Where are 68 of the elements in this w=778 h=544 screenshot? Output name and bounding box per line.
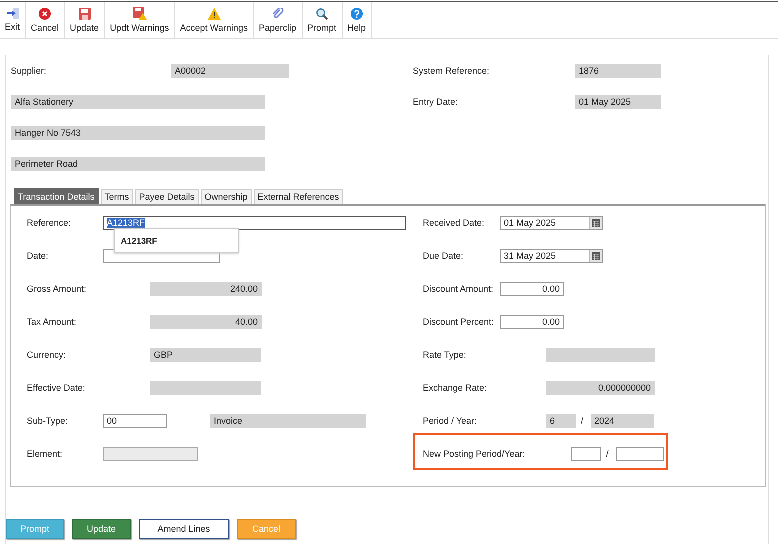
warning-icon	[208, 8, 221, 20]
field-label: Discount Percent:	[423, 316, 496, 326]
readonly-field: 6	[546, 414, 576, 428]
tab[interactable]: External References	[254, 189, 344, 204]
field-label: Supplier:	[11, 66, 48, 76]
toolbar-button[interactable]: Updt Warnings	[105, 2, 176, 38]
readonly-field: Perimeter Road	[11, 156, 265, 170]
calendar-icon[interactable]	[589, 216, 602, 228]
field-label: Currency:	[27, 350, 68, 360]
readonly-field: A00002	[171, 64, 289, 78]
readonly-field: 1876	[575, 64, 661, 78]
tab[interactable]: Transaction Details	[14, 188, 99, 204]
field-label: System Reference:	[413, 66, 491, 76]
field-label: Element:	[27, 448, 64, 458]
paperclip-icon	[272, 8, 284, 20]
readonly-field: 0.000000000	[546, 380, 655, 394]
toolbar-button[interactable]: Help	[342, 2, 372, 38]
tab[interactable]: Payee Details	[135, 189, 199, 204]
text-field[interactable]	[616, 446, 664, 460]
slash-separator: /	[581, 416, 584, 426]
field-label: Effective Date:	[27, 382, 86, 392]
readonly-field: GBP	[150, 348, 261, 362]
field-label: Exchange Rate:	[423, 382, 488, 392]
field-label: Tax Amount:	[27, 316, 78, 326]
date-field[interactable]: 01 May 2025	[500, 216, 603, 230]
readonly-field: 40.00	[150, 314, 262, 328]
text-field[interactable]: 0.00	[500, 282, 564, 296]
save-icon	[78, 8, 91, 20]
save-warning-icon	[132, 7, 147, 20]
field-label: Received Date:	[423, 218, 486, 228]
toolbar-button[interactable]: Cancel	[26, 2, 66, 38]
help-icon	[350, 8, 363, 20]
readonly-field: 240.00	[150, 282, 262, 296]
amend-button[interactable]: Amend Lines	[139, 519, 229, 539]
field-label: Discount Amount:	[423, 284, 495, 294]
search-icon	[316, 8, 328, 20]
calendar-icon[interactable]	[589, 250, 602, 262]
text-field[interactable]: 0.00	[500, 314, 564, 328]
readonly-field: Invoice	[210, 414, 366, 428]
slash-separator: /	[606, 448, 609, 458]
toolbar-button[interactable]: Accept Warnings	[175, 2, 254, 38]
field-label: Reference:	[27, 218, 72, 228]
exit-icon	[6, 8, 18, 19]
text-field[interactable]: A1213RF	[103, 216, 406, 230]
field-label: Sub-Type:	[27, 416, 70, 426]
toolbar-button[interactable]: Update	[65, 2, 106, 38]
text-field[interactable]: 00	[103, 414, 167, 428]
field-label: Rate Type:	[423, 350, 468, 360]
cancel-icon	[39, 8, 52, 20]
field-label: Gross Amount:	[27, 284, 88, 294]
toolbar-button[interactable]: Paperclip	[254, 2, 302, 38]
update-button[interactable]: Update	[72, 519, 131, 539]
field-label: Due Date:	[423, 250, 465, 260]
readonly-field: 01 May 2025	[575, 94, 661, 108]
tab[interactable]: Ownership	[200, 189, 252, 204]
tab[interactable]: Terms	[100, 189, 134, 204]
date-field[interactable]: 31 May 2025	[500, 248, 603, 262]
readonly-field: Alfa Stationery	[11, 94, 265, 108]
field-label: Period / Year:	[423, 416, 478, 426]
toolbar-button[interactable]: Prompt	[302, 2, 343, 38]
readonly-field: 2024	[590, 414, 654, 428]
toolbar-button[interactable]: Exit	[0, 2, 26, 38]
suggestion-menu[interactable]: A1213RF	[114, 228, 239, 253]
text-field[interactable]	[571, 446, 602, 460]
field-label: New Posting Period/Year:	[423, 448, 526, 458]
field-label: Date:	[27, 250, 50, 260]
field-label: Entry Date:	[413, 96, 460, 106]
readonly-field: Hanger No 7543	[11, 126, 265, 140]
